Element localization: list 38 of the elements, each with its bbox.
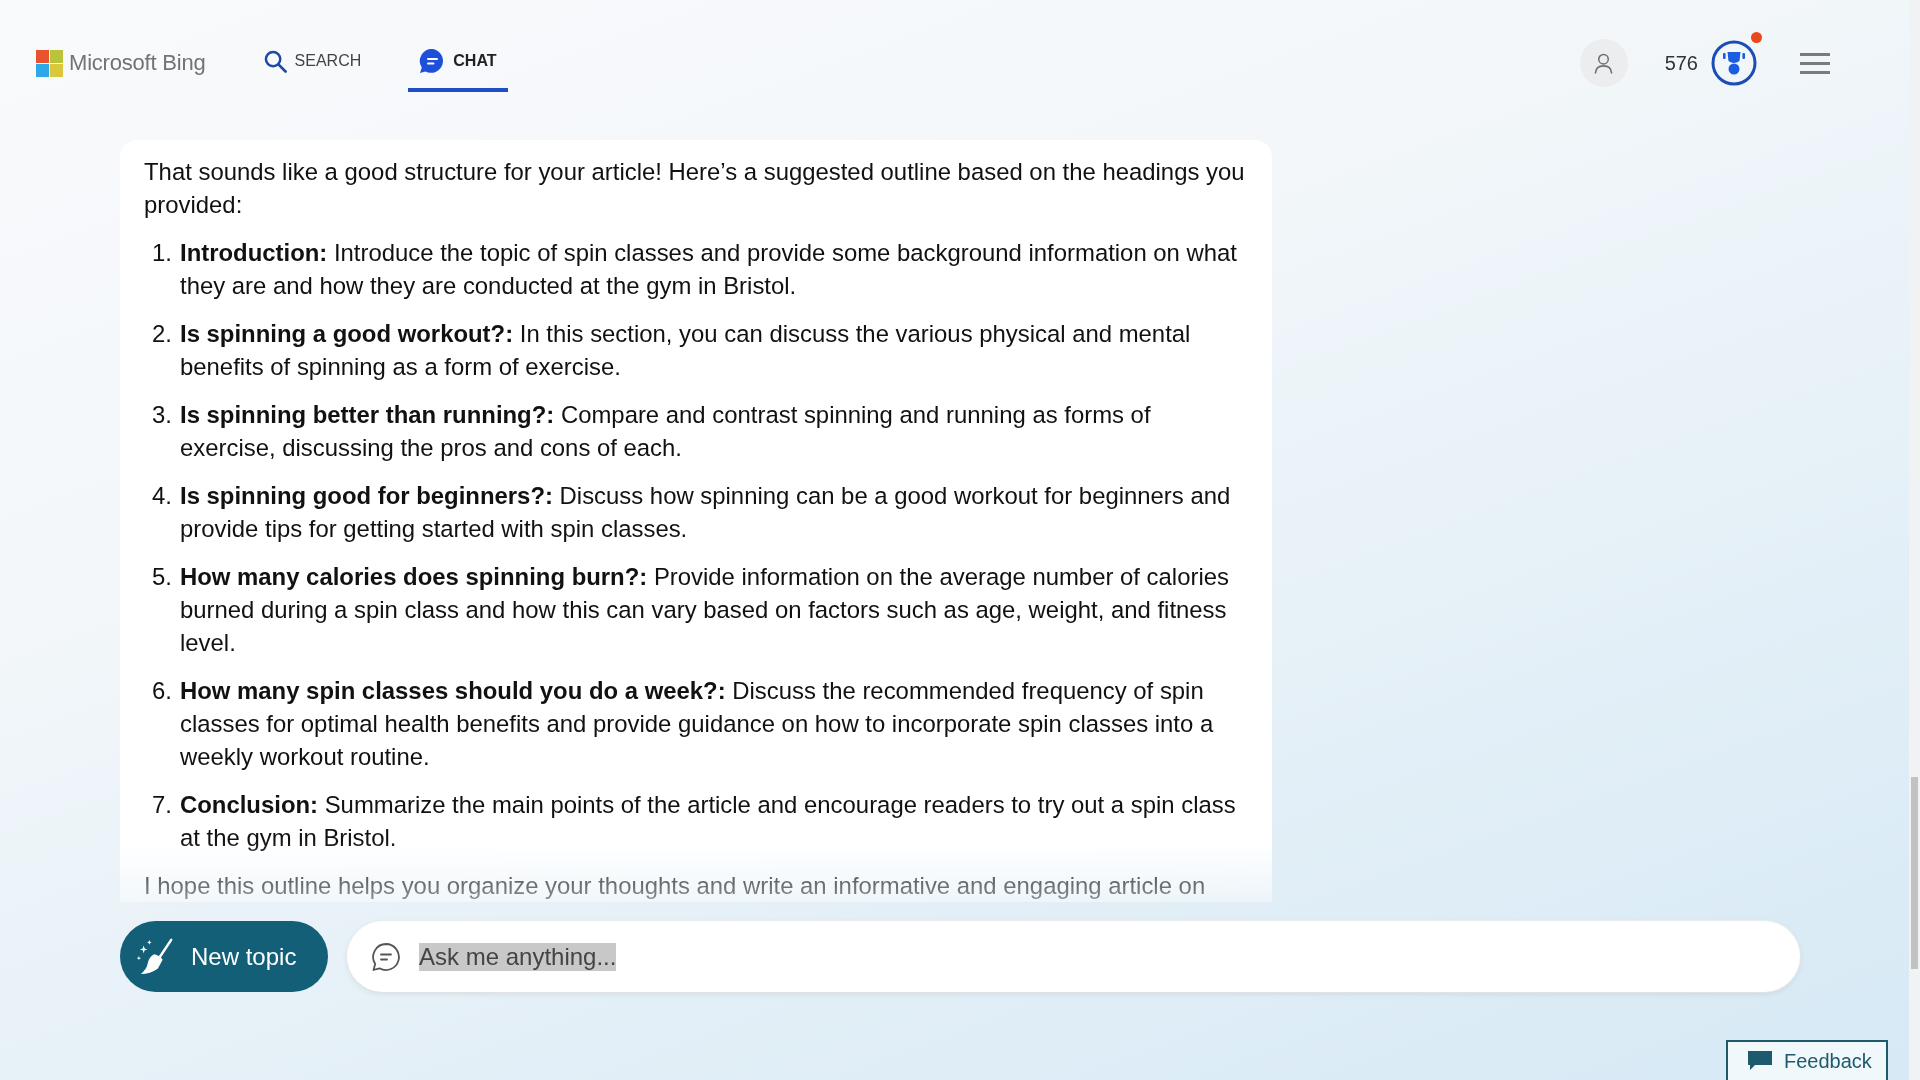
list-item-text: Is spinning good for beginners?: Discuss how spinning can be a good workout for beginners and provide tips for getting started with spin classes. [180, 481, 1232, 544]
list-item-text: Is spinning better than running?: Compare and contrast spinning and running as forms of exercise, discussing the pros and cons of each. [180, 400, 1152, 463]
new-topic-button[interactable]: New topic [120, 921, 328, 992]
list-number: 6. [151, 676, 172, 706]
trophy-icon [1711, 40, 1757, 86]
list-number: 1. [151, 238, 172, 268]
list-item-text: Introduction: Introduce the topic of spin classes and provide some background information on what they are and how they are conducted at the gym in Bristol. [180, 238, 1238, 301]
feedback-button[interactable]: Feedback [1726, 1040, 1888, 1080]
search-tab[interactable]: SEARCH [252, 34, 373, 92]
profile-button[interactable] [1579, 39, 1628, 87]
list-item-text: How many calories does spinning burn?: Provide information on the average number of calories burned during a spin class and how this can vary based on factors such as age, weight, and fitness level. [180, 562, 1230, 658]
chat-tab[interactable]: CHAT [408, 34, 508, 92]
list-item-text: Conclusion: Summarize the main points of the article and encourage readers to try out a spin class at the gym in Bristol. [180, 790, 1237, 853]
list-number: 7. [151, 790, 172, 820]
list-number: 5. [151, 562, 172, 592]
broom-icon [137, 937, 175, 976]
scrollbar-track[interactable] [1909, 0, 1920, 1080]
logo-icon [36, 49, 63, 77]
person-icon [1594, 52, 1614, 74]
list-item-text: Is spinning a good workout?: In this section, you can discuss the various physical and mental benefits of spinning as a form of exercise. [180, 319, 1192, 382]
message-text: I hope this outline helps you organize your thoughts and write an informative and engaging article on [144, 871, 1207, 901]
list-number: 4. [151, 481, 172, 511]
rewards-button[interactable] [1711, 32, 1762, 86]
points-count: 576 [1664, 51, 1698, 75]
menu-icon [1800, 52, 1830, 74]
chat-input-field[interactable]: Ask me anything... [419, 942, 1776, 971]
scrollbar-thumb[interactable] [1911, 777, 1918, 969]
input-bar[interactable]: Ask me anything... [347, 921, 1800, 992]
list-number: 2. [151, 319, 172, 349]
logo-text: Microsoft Bing [69, 50, 206, 76]
speech-bubble-icon [1748, 1051, 1772, 1071]
menu-button[interactable] [1800, 52, 1830, 74]
message-text: That sounds like a good structure for your article! Here’s a suggested outline based on the headings you provided: [144, 157, 1246, 220]
list-number: 3. [151, 400, 172, 430]
chat-bubble-icon [419, 48, 446, 74]
chat-bubble-icon [371, 941, 401, 972]
search-icon [263, 49, 287, 73]
list-item-text: How many spin classes should you do a week?: Discuss the recommended frequency of spin classes for optimal health benefits and provide guidance on how to incorporate spin classes into a weekly workout routine. [180, 676, 1215, 772]
